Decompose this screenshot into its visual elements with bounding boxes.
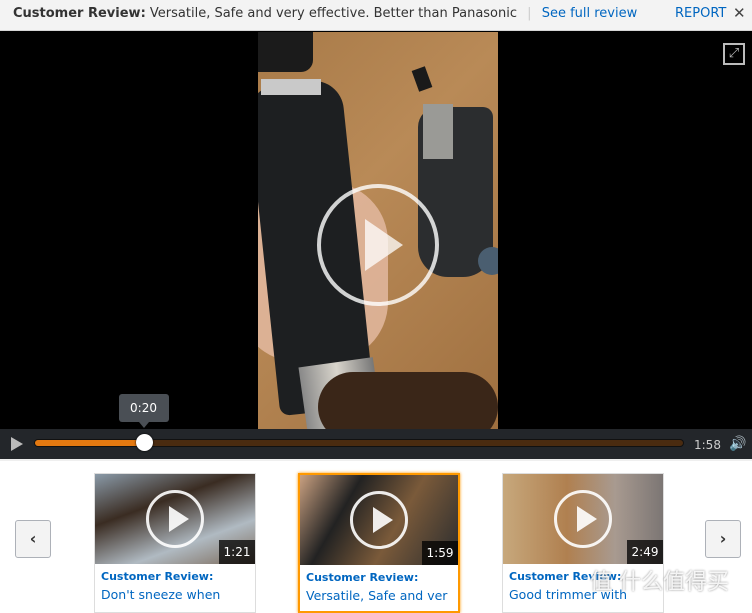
attachment-head-shape <box>423 104 453 159</box>
review-label: Customer Review: <box>13 6 146 21</box>
review-title: Versatile, Safe and very effective. Bett… <box>149 6 518 21</box>
next-button[interactable]: › <box>705 520 741 558</box>
video-duration: 1:59 <box>422 541 458 565</box>
big-play-icon[interactable] <box>317 184 439 306</box>
play-icon <box>146 490 204 548</box>
close-icon[interactable]: ✕ <box>733 4 746 22</box>
duration-label: 1:58 <box>694 438 721 452</box>
card-label: Customer Review: <box>101 570 214 583</box>
review-summary: Customer Review: Versatile, Safe and ver… <box>13 6 637 21</box>
wheel-shape <box>478 247 498 275</box>
separator: | <box>527 6 532 21</box>
seek-bar[interactable] <box>34 439 684 447</box>
trimmer-head-shape <box>261 79 321 95</box>
play-icon <box>554 490 612 548</box>
report-link[interactable]: REPORT <box>675 6 726 21</box>
video-thumbnail: 1:21 <box>95 474 255 564</box>
play-icon[interactable] <box>11 437 23 451</box>
card-title[interactable]: Versatile, Safe and ver <box>306 588 458 603</box>
video-thumbnail: 1:59 <box>300 475 458 565</box>
fullscreen-icon[interactable]: ⤢ <box>723 43 745 65</box>
comb-shape <box>411 66 433 92</box>
play-icon <box>350 491 408 549</box>
see-full-review-link[interactable]: See full review <box>542 6 638 21</box>
remote-shape <box>258 32 313 72</box>
video-duration: 1:21 <box>219 540 255 564</box>
video-duration: 2:49 <box>627 540 663 564</box>
review-bar: Customer Review: Versatile, Safe and ver… <box>0 0 752 31</box>
card-title[interactable]: Don't sneeze when <box>101 587 255 602</box>
time-tooltip: 0:20 <box>118 394 169 428</box>
video-player[interactable]: ⤢ <box>0 31 752 429</box>
card-label: Customer Review: <box>306 571 419 584</box>
video-card-active[interactable]: 1:59 Customer Review: Versatile, Safe an… <box>298 473 460 613</box>
thumb-shape <box>318 372 498 429</box>
video-thumbnail: 2:49 <box>503 474 663 564</box>
control-bar: 1:58 🔊 <box>0 429 752 459</box>
video-card[interactable]: 1:21 Customer Review: Don't sneeze when <box>94 473 256 613</box>
volume-icon[interactable]: 🔊 <box>729 436 746 452</box>
prev-button[interactable]: ‹ <box>15 520 51 558</box>
seek-bar-progress <box>35 440 145 446</box>
watermark: 值 什么值得买 <box>590 570 729 595</box>
seek-handle[interactable] <box>135 434 153 451</box>
